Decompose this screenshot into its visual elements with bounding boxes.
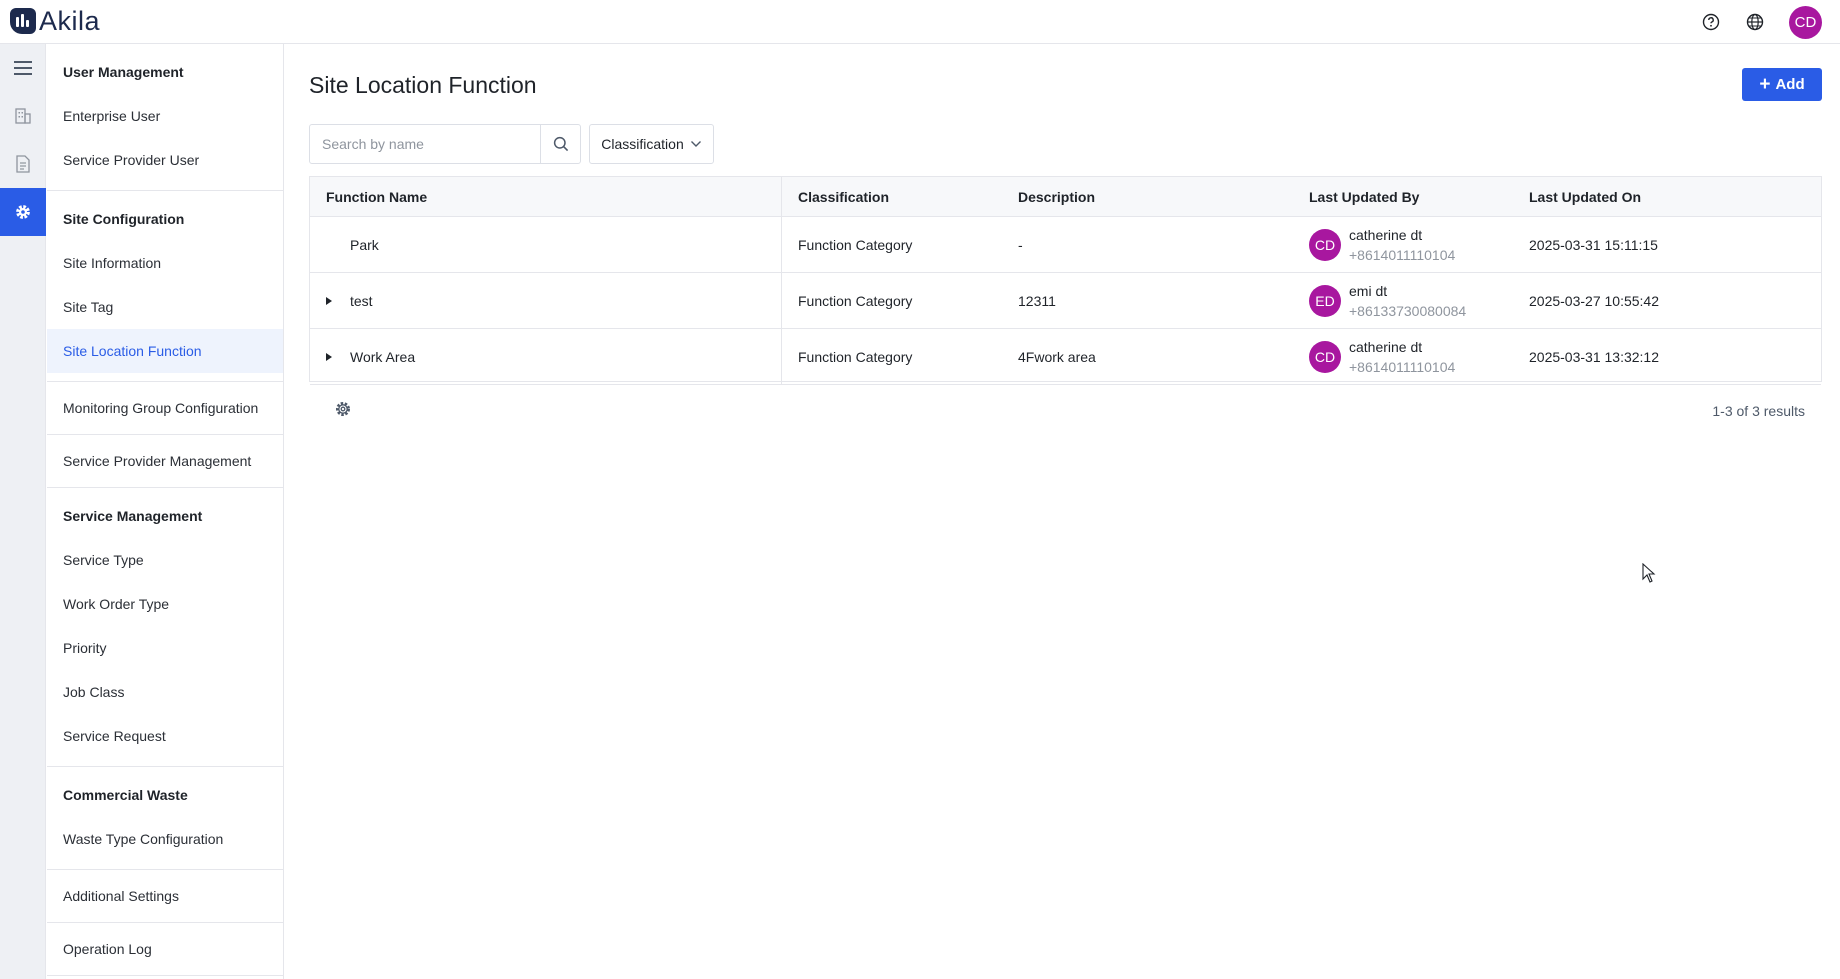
nav-group-service-management: Service Management Service Type Work Ord… [47, 488, 283, 767]
nav-group-title: Site Configuration [63, 211, 185, 227]
function-name: Work Area [350, 348, 416, 365]
function-name-cell: Park [310, 217, 782, 272]
user-phone: +86133730080084 [1349, 302, 1467, 319]
function-name: Park [350, 236, 379, 253]
function-name: test [350, 292, 373, 309]
chevron-down-icon [690, 141, 701, 147]
classification-cell: Function Category [798, 236, 913, 253]
top-bar: Akila CD [0, 0, 1840, 44]
classification-cell: Function Category [798, 292, 913, 309]
page-title: Site Location Function [309, 72, 537, 98]
gear-icon[interactable] [0, 188, 46, 236]
description-cell: - [1018, 236, 1023, 253]
sidebar-item-work-order-type[interactable]: Work Order Type [47, 582, 283, 626]
sidebar-item-site-information[interactable]: Site Information [47, 241, 283, 285]
col-description: Description [1018, 188, 1096, 205]
document-icon[interactable] [0, 140, 46, 188]
add-button-label: Add [1775, 76, 1805, 93]
updated-by-cell: CD catherine dt +8614011110104 [1293, 217, 1513, 272]
nav-group-title: Commercial Waste [63, 787, 188, 803]
expand-caret-icon[interactable] [326, 352, 350, 361]
sidebar-item-job-class[interactable]: Job Class [47, 670, 283, 714]
sidebar-item-enterprise-user[interactable]: Enterprise User [47, 94, 283, 138]
updated-by-cell: ED emi dt +86133730080084 [1293, 273, 1513, 328]
col-function-name: Function Name [310, 177, 782, 216]
sidebar-item-priority[interactable]: Priority [47, 626, 283, 670]
classification-cell: Function Category [798, 348, 913, 365]
classification-filter[interactable]: Classification [589, 124, 714, 164]
table-header: Function Name Classification Description… [310, 177, 1821, 217]
help-icon[interactable] [1701, 12, 1721, 32]
updated-on-cell: 2025-03-31 15:11:15 [1529, 236, 1658, 253]
results-count: 1-3 of 3 results [1712, 403, 1805, 419]
nav-group-user-management: User Management Enterprise User Service … [47, 44, 283, 191]
nav-group-site-configuration: Site Configuration Site Information Site… [47, 191, 283, 382]
menu-icon[interactable] [0, 44, 46, 92]
logo-mark-icon [10, 8, 36, 34]
mouse-cursor-icon [1642, 562, 1656, 588]
search-icon [553, 136, 568, 152]
sidebar-item-monitoring-group[interactable]: Monitoring Group Configuration [47, 382, 283, 435]
col-classification: Classification [798, 188, 890, 205]
sidebar-item-service-provider-user[interactable]: Service Provider User [47, 138, 283, 182]
expand-caret-icon[interactable] [326, 296, 350, 305]
sidebar-item-service-request[interactable]: Service Request [47, 714, 283, 758]
col-last-updated-on: Last Updated On [1529, 188, 1642, 205]
table-row[interactable]: Work Area Function Category 4Fwork area … [310, 329, 1821, 385]
column-settings-icon[interactable] [334, 400, 352, 423]
user-name: catherine dt [1349, 338, 1423, 355]
updated-on-cell: 2025-03-31 13:32:12 [1529, 348, 1659, 365]
sidebar-nav: User Management Enterprise User Service … [47, 44, 284, 979]
building-icon[interactable] [0, 92, 46, 140]
add-button[interactable]: + Add [1742, 68, 1822, 101]
user-phone: +8614011110104 [1349, 358, 1456, 375]
nav-group-title: Service Management [63, 508, 203, 524]
table-row[interactable]: Park Function Category - CD catherine dt… [310, 217, 1821, 273]
functions-table: Function Name Classification Description… [309, 176, 1822, 419]
user-avatar[interactable]: CD [1789, 5, 1822, 39]
updated-by-cell: CD catherine dt +8614011110104 [1293, 329, 1513, 384]
avatar: CD [1309, 340, 1341, 373]
updated-on-cell: 2025-03-27 10:55:42 [1529, 292, 1659, 309]
logo-text: Akila [39, 5, 101, 36]
user-name: emi dt [1349, 282, 1388, 299]
akila-logo[interactable]: Akila [10, 6, 100, 36]
plus-icon: + [1759, 74, 1771, 95]
description-cell: 12311 [1018, 292, 1056, 309]
table-footer: 1-3 of 3 results [310, 385, 1821, 437]
sidebar-item-site-location-function[interactable]: Site Location Function [47, 329, 283, 373]
globe-icon[interactable] [1745, 12, 1765, 32]
nav-group-commercial-waste: Commercial Waste Waste Type Configuratio… [47, 767, 283, 870]
user-phone: +8614011110104 [1349, 246, 1456, 263]
search-input[interactable] [310, 125, 540, 163]
sidebar-item-service-type[interactable]: Service Type [47, 538, 283, 582]
table-row[interactable]: test Function Category 12311 ED emi dt +… [310, 273, 1821, 329]
sidebar-item-operation-log[interactable]: Operation Log [47, 923, 283, 976]
sidebar-item-service-provider-management[interactable]: Service Provider Management [47, 435, 283, 488]
description-cell: 4Fwork area [1018, 348, 1096, 365]
sidebar-item-waste-type-configuration[interactable]: Waste Type Configuration [47, 817, 283, 861]
function-name-cell: test [310, 273, 782, 328]
sidebar-item-additional-settings[interactable]: Additional Settings [47, 870, 283, 923]
search-button[interactable] [540, 125, 580, 163]
nav-group-title: User Management [63, 64, 184, 80]
col-last-updated-by: Last Updated By [1309, 188, 1420, 205]
icon-rail [0, 44, 46, 979]
avatar: ED [1309, 284, 1341, 317]
search-box [309, 124, 581, 164]
function-name-cell: Work Area [310, 329, 782, 384]
filter-label: Classification [601, 136, 684, 152]
user-name: catherine dt [1349, 226, 1423, 243]
avatar: CD [1309, 228, 1341, 261]
sidebar-item-site-tag[interactable]: Site Tag [47, 285, 283, 329]
